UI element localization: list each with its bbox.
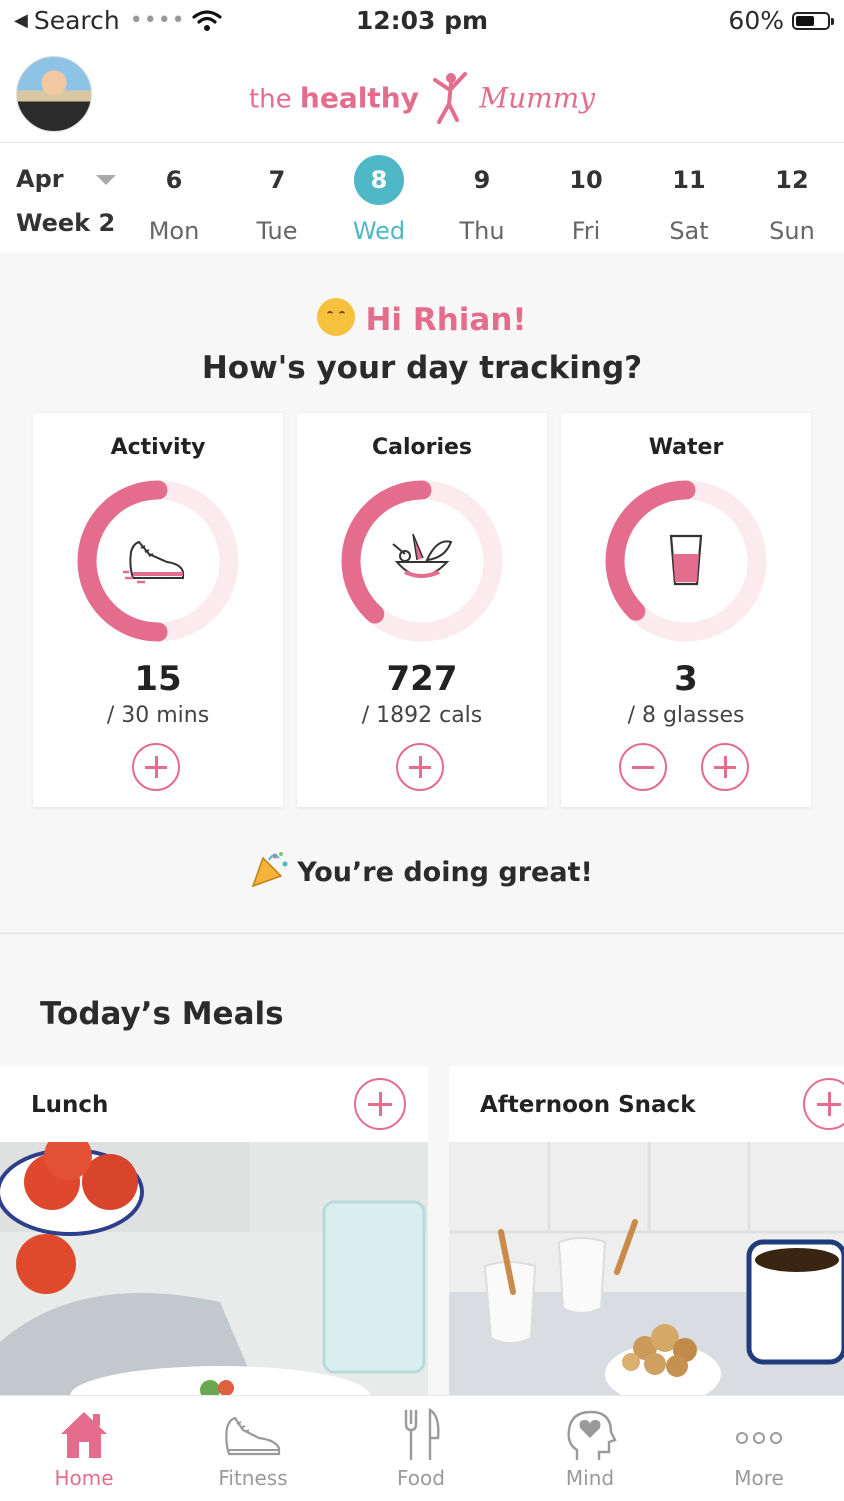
salad-bowl-icon <box>392 533 453 578</box>
day-mon[interactable]: 6 Mon <box>134 155 214 245</box>
water-progress-ring <box>605 480 767 642</box>
add-afternoon-snack-button[interactable] <box>803 1078 844 1130</box>
activity-target: / 30 mins <box>106 703 210 728</box>
add-activity-button[interactable] <box>132 743 180 791</box>
tab-home[interactable]: Home <box>0 1408 168 1490</box>
greeting-hi: Hi Rhian! <box>365 302 527 338</box>
day-number: 9 <box>473 166 491 194</box>
remove-water-button[interactable] <box>619 743 667 791</box>
add-lunch-button[interactable] <box>354 1078 406 1130</box>
day-wed[interactable]: 8 Wed <box>339 155 419 245</box>
calories-card[interactable]: Calories 727 / 1892 cals <box>297 413 547 807</box>
day-number: 11 <box>672 166 706 194</box>
day-thu[interactable]: 9 Thu <box>442 155 522 245</box>
sneaker-icon <box>123 540 184 584</box>
day-number: 12 <box>775 166 809 194</box>
calories-progress-ring <box>341 480 503 642</box>
sneaker-icon <box>225 1416 281 1456</box>
encouragement: You’re doing great! <box>0 850 844 888</box>
day-name: Sun <box>769 217 815 245</box>
greeting: Hi Rhian! How's your day tracking? <box>0 298 844 386</box>
activity-progress-ring <box>77 480 239 642</box>
day-fri[interactable]: 10 Fri <box>546 155 626 245</box>
encouragement-text: You’re doing great! <box>297 857 593 888</box>
water-card[interactable]: Water 3 / 8 glasses <box>561 413 811 807</box>
meal-card-afternoon-snack[interactable]: Afternoon Snack <box>449 1066 844 1396</box>
jumping-figure-icon <box>433 72 468 124</box>
more-dots-icon <box>736 1432 782 1444</box>
app-header: the healthy Mummy <box>0 44 844 143</box>
day-number: 6 <box>165 166 183 194</box>
battery-status: 60% <box>728 6 834 35</box>
calories-target: / 1892 cals <box>361 703 483 728</box>
meal-header: Lunch <box>0 1066 428 1142</box>
tab-more[interactable]: More <box>675 1408 843 1490</box>
meal-label: Afternoon Snack <box>480 1092 696 1118</box>
day-name: Sat <box>669 217 709 245</box>
status-bar: ◀ Search •••• 12:03 pm 60% <box>0 0 844 44</box>
add-water-button[interactable] <box>701 743 749 791</box>
day-number: 10 <box>569 166 603 194</box>
water-value: 3 <box>674 659 698 699</box>
tab-bar: Home Fitness Food Mind More <box>0 1395 844 1501</box>
day-sun[interactable]: 12 Sun <box>752 155 832 245</box>
head-heart-icon <box>567 1410 617 1460</box>
day-number: 7 <box>268 166 286 194</box>
battery-icon <box>792 11 834 30</box>
logo-the: the <box>248 84 292 115</box>
tab-label: Home <box>54 1466 114 1490</box>
home-icon <box>61 1412 107 1458</box>
activity-value: 15 <box>134 659 182 699</box>
tab-label: Fitness <box>218 1466 288 1490</box>
lunch-photo <box>0 1142 428 1396</box>
battery-percent: 60% <box>728 6 784 35</box>
meal-header: Afternoon Snack <box>449 1066 844 1142</box>
logo-mummy: Mummy <box>479 81 596 115</box>
calories-title: Calories <box>371 435 473 460</box>
water-glass-icon <box>669 534 703 586</box>
fork-knife-icon <box>404 1408 440 1460</box>
section-divider <box>0 933 844 934</box>
meal-card-lunch[interactable]: Lunch <box>0 1066 428 1396</box>
greeting-question: How's your day tracking? <box>201 350 643 386</box>
afternoon-snack-photo <box>449 1142 844 1396</box>
water-title: Water <box>648 435 724 460</box>
tab-mind[interactable]: Mind <box>506 1408 674 1490</box>
hugging-face-icon <box>317 298 356 336</box>
tab-label: More <box>734 1466 784 1490</box>
calories-value: 727 <box>386 659 458 699</box>
week-label: Week 2 <box>16 209 116 237</box>
party-popper-icon <box>251 852 288 888</box>
week-selector: Apr Week 2 6 Mon 7 Tue 8 Wed 9 Thu 10 Fri 11 S… <box>0 143 844 253</box>
day-sat[interactable]: 11 Sat <box>649 155 729 245</box>
day-name: Thu <box>459 217 505 245</box>
logo-healthy: healthy <box>299 81 419 115</box>
meal-label: Lunch <box>31 1092 109 1118</box>
tab-fitness[interactable]: Fitness <box>169 1408 337 1490</box>
day-name: Wed <box>352 217 406 245</box>
tab-food[interactable]: Food <box>337 1408 505 1490</box>
tab-label: Food <box>397 1466 445 1490</box>
day-name: Tue <box>256 217 298 245</box>
tab-label: Mind <box>565 1466 615 1490</box>
chevron-down-icon[interactable] <box>96 175 116 185</box>
activity-title: Activity <box>110 435 206 460</box>
app-logo: the healthy Mummy <box>0 70 844 130</box>
day-tue[interactable]: 7 Tue <box>237 155 317 245</box>
day-number: 8 <box>354 155 404 205</box>
water-target: / 8 glasses <box>627 703 745 728</box>
month-selector[interactable]: Apr <box>16 165 64 193</box>
activity-card[interactable]: Activity 15 / 30 mins <box>33 413 283 807</box>
clock: 12:03 pm <box>355 6 489 35</box>
meals-title: Today’s Meals <box>40 996 284 1032</box>
add-calories-button[interactable] <box>396 743 444 791</box>
day-name: Fri <box>571 217 601 245</box>
day-name: Mon <box>148 217 200 245</box>
